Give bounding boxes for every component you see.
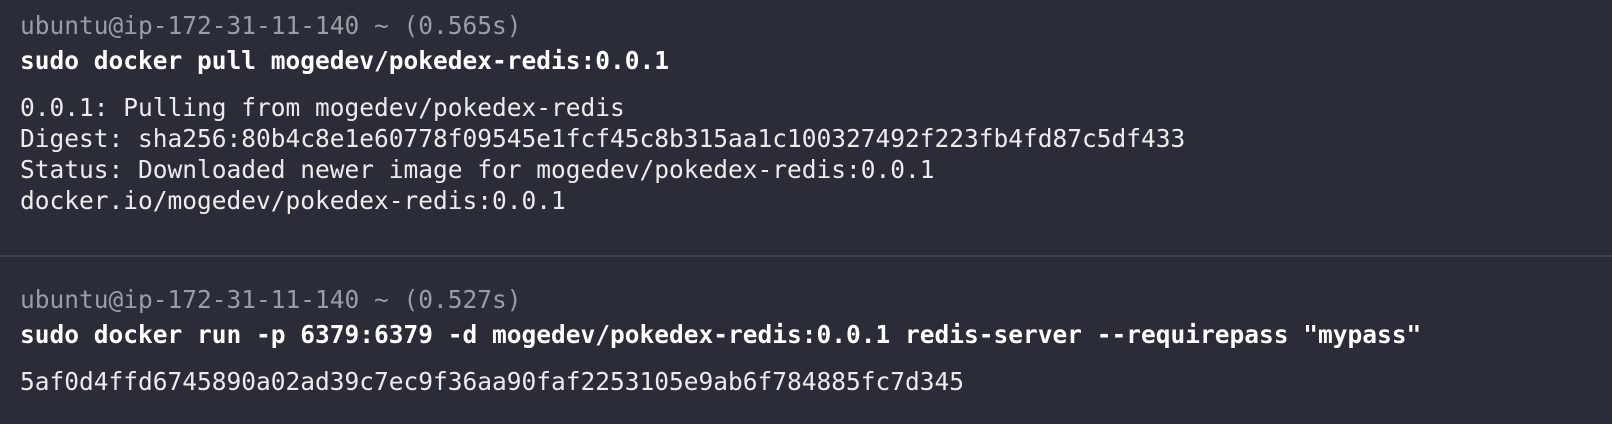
- output-line: Digest: sha256:80b4c8e1e60778f09545e1fcf…: [20, 124, 1186, 153]
- command-line: sudo docker pull mogedev/pokedex-redis:0…: [20, 46, 670, 75]
- command-line: sudo docker run -p 6379:6379 -d mogedev/…: [20, 320, 1422, 349]
- output-line: 5af0d4ffd6745890a02ad39c7ec9f36aa90faf22…: [20, 367, 965, 396]
- block-divider: [0, 255, 1612, 257]
- terminal-window[interactable]: ubuntu@ip-172-31-11-140 ~ (0.565s) sudo …: [0, 0, 1612, 424]
- prompt-line: ubuntu@ip-172-31-11-140 ~ (0.565s): [20, 11, 522, 40]
- output-line: docker.io/mogedev/pokedex-redis:0.0.1: [20, 186, 566, 215]
- output-line: 0.0.1: Pulling from mogedev/pokedex-redi…: [20, 93, 625, 122]
- output-line: Status: Downloaded newer image for moged…: [20, 155, 935, 184]
- prompt-line: ubuntu@ip-172-31-11-140 ~ (0.527s): [20, 285, 522, 314]
